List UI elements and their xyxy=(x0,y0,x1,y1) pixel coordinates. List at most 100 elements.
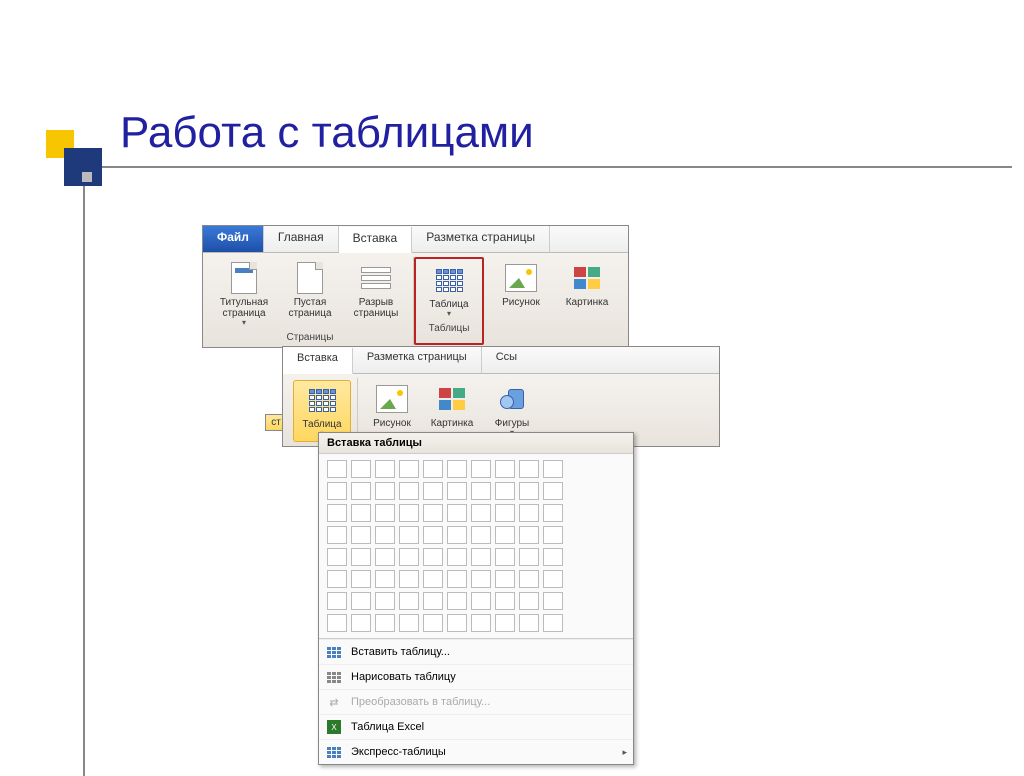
grid-cell[interactable] xyxy=(327,592,347,610)
grid-cell[interactable] xyxy=(375,482,395,500)
grid-cell[interactable] xyxy=(471,548,491,566)
grid-cell[interactable] xyxy=(471,614,491,632)
grid-cell[interactable] xyxy=(543,482,563,500)
grid-cell[interactable] xyxy=(447,460,467,478)
grid-cell[interactable] xyxy=(495,570,515,588)
shapes-button[interactable]: Фигуры ▾ xyxy=(484,380,540,440)
grid-cell[interactable] xyxy=(423,482,443,500)
grid-cell[interactable] xyxy=(495,482,515,500)
grid-cell[interactable] xyxy=(327,504,347,522)
grid-cell[interactable] xyxy=(327,570,347,588)
menu-quick-tables[interactable]: Экспресс-таблицы ▸ xyxy=(319,739,633,764)
grid-cell[interactable] xyxy=(399,570,419,588)
grid-cell[interactable] xyxy=(423,460,443,478)
tab-refs-partial[interactable]: Ссы xyxy=(482,347,719,373)
page-break-button[interactable]: Разрыв страницы xyxy=(345,259,407,330)
picture-button[interactable]: Рисунок xyxy=(490,259,552,310)
grid-cell[interactable] xyxy=(543,614,563,632)
grid-cell[interactable] xyxy=(543,526,563,544)
blank-page-button[interactable]: Пустая страница xyxy=(279,259,341,330)
grid-cell[interactable] xyxy=(351,526,371,544)
tab-layout-2[interactable]: Разметка страницы xyxy=(353,347,482,373)
grid-cell[interactable] xyxy=(399,592,419,610)
tab-file[interactable]: Файл xyxy=(203,226,264,252)
grid-cell[interactable] xyxy=(519,614,539,632)
grid-cell[interactable] xyxy=(471,482,491,500)
grid-cell[interactable] xyxy=(519,482,539,500)
grid-cell[interactable] xyxy=(375,460,395,478)
grid-cell[interactable] xyxy=(447,548,467,566)
grid-cell[interactable] xyxy=(375,614,395,632)
grid-cell[interactable] xyxy=(519,592,539,610)
menu-insert-table[interactable]: Вставить таблицу... xyxy=(319,639,633,664)
grid-cell[interactable] xyxy=(351,460,371,478)
grid-cell[interactable] xyxy=(543,460,563,478)
grid-cell[interactable] xyxy=(423,548,443,566)
grid-cell[interactable] xyxy=(327,526,347,544)
picture-button-2[interactable]: Рисунок xyxy=(364,380,420,440)
grid-cell[interactable] xyxy=(519,570,539,588)
grid-cell[interactable] xyxy=(495,614,515,632)
grid-cell[interactable] xyxy=(327,460,347,478)
grid-cell[interactable] xyxy=(399,614,419,632)
grid-cell[interactable] xyxy=(447,526,467,544)
grid-cell[interactable] xyxy=(447,504,467,522)
title-page-button[interactable]: Титульная страница ▾ xyxy=(213,259,275,330)
menu-draw-table[interactable]: Нарисовать таблицу xyxy=(319,664,633,689)
clipart-button[interactable]: Картинка xyxy=(556,259,618,310)
menu-excel-table[interactable]: X Таблица Excel xyxy=(319,714,633,739)
grid-cell[interactable] xyxy=(495,526,515,544)
grid-cell[interactable] xyxy=(399,460,419,478)
grid-cell[interactable] xyxy=(519,548,539,566)
clipart-button-2[interactable]: Картинка xyxy=(424,380,480,440)
grid-cell[interactable] xyxy=(471,570,491,588)
grid-cell[interactable] xyxy=(423,614,443,632)
grid-cell[interactable] xyxy=(351,614,371,632)
grid-cell[interactable] xyxy=(327,482,347,500)
grid-cell[interactable] xyxy=(351,570,371,588)
grid-cell[interactable] xyxy=(399,526,419,544)
grid-cell[interactable] xyxy=(543,504,563,522)
tab-insert-2[interactable]: Вставка xyxy=(283,348,353,374)
grid-cell[interactable] xyxy=(471,504,491,522)
grid-cell[interactable] xyxy=(423,504,443,522)
grid-cell[interactable] xyxy=(423,526,443,544)
grid-cell[interactable] xyxy=(423,570,443,588)
grid-cell[interactable] xyxy=(447,482,467,500)
tab-home[interactable]: Главная xyxy=(264,226,339,252)
grid-cell[interactable] xyxy=(375,526,395,544)
table-size-grid[interactable] xyxy=(319,454,633,638)
grid-cell[interactable] xyxy=(543,548,563,566)
grid-cell[interactable] xyxy=(399,548,419,566)
grid-cell[interactable] xyxy=(447,570,467,588)
grid-cell[interactable] xyxy=(375,504,395,522)
grid-cell[interactable] xyxy=(351,504,371,522)
grid-cell[interactable] xyxy=(351,482,371,500)
grid-cell[interactable] xyxy=(375,548,395,566)
table-button[interactable]: Таблица ▾ xyxy=(418,261,480,321)
grid-cell[interactable] xyxy=(543,570,563,588)
grid-cell[interactable] xyxy=(375,570,395,588)
grid-cell[interactable] xyxy=(543,592,563,610)
grid-cell[interactable] xyxy=(495,504,515,522)
grid-cell[interactable] xyxy=(519,526,539,544)
grid-cell[interactable] xyxy=(399,504,419,522)
grid-cell[interactable] xyxy=(327,548,347,566)
grid-cell[interactable] xyxy=(495,460,515,478)
grid-cell[interactable] xyxy=(447,592,467,610)
grid-cell[interactable] xyxy=(327,614,347,632)
grid-cell[interactable] xyxy=(423,592,443,610)
grid-cell[interactable] xyxy=(399,482,419,500)
grid-cell[interactable] xyxy=(375,592,395,610)
grid-cell[interactable] xyxy=(495,592,515,610)
grid-cell[interactable] xyxy=(471,592,491,610)
grid-cell[interactable] xyxy=(351,592,371,610)
grid-cell[interactable] xyxy=(471,460,491,478)
grid-cell[interactable] xyxy=(447,614,467,632)
grid-cell[interactable] xyxy=(471,526,491,544)
grid-cell[interactable] xyxy=(519,504,539,522)
grid-cell[interactable] xyxy=(495,548,515,566)
grid-cell[interactable] xyxy=(351,548,371,566)
tab-page-layout[interactable]: Разметка страницы xyxy=(412,226,550,252)
grid-cell[interactable] xyxy=(519,460,539,478)
